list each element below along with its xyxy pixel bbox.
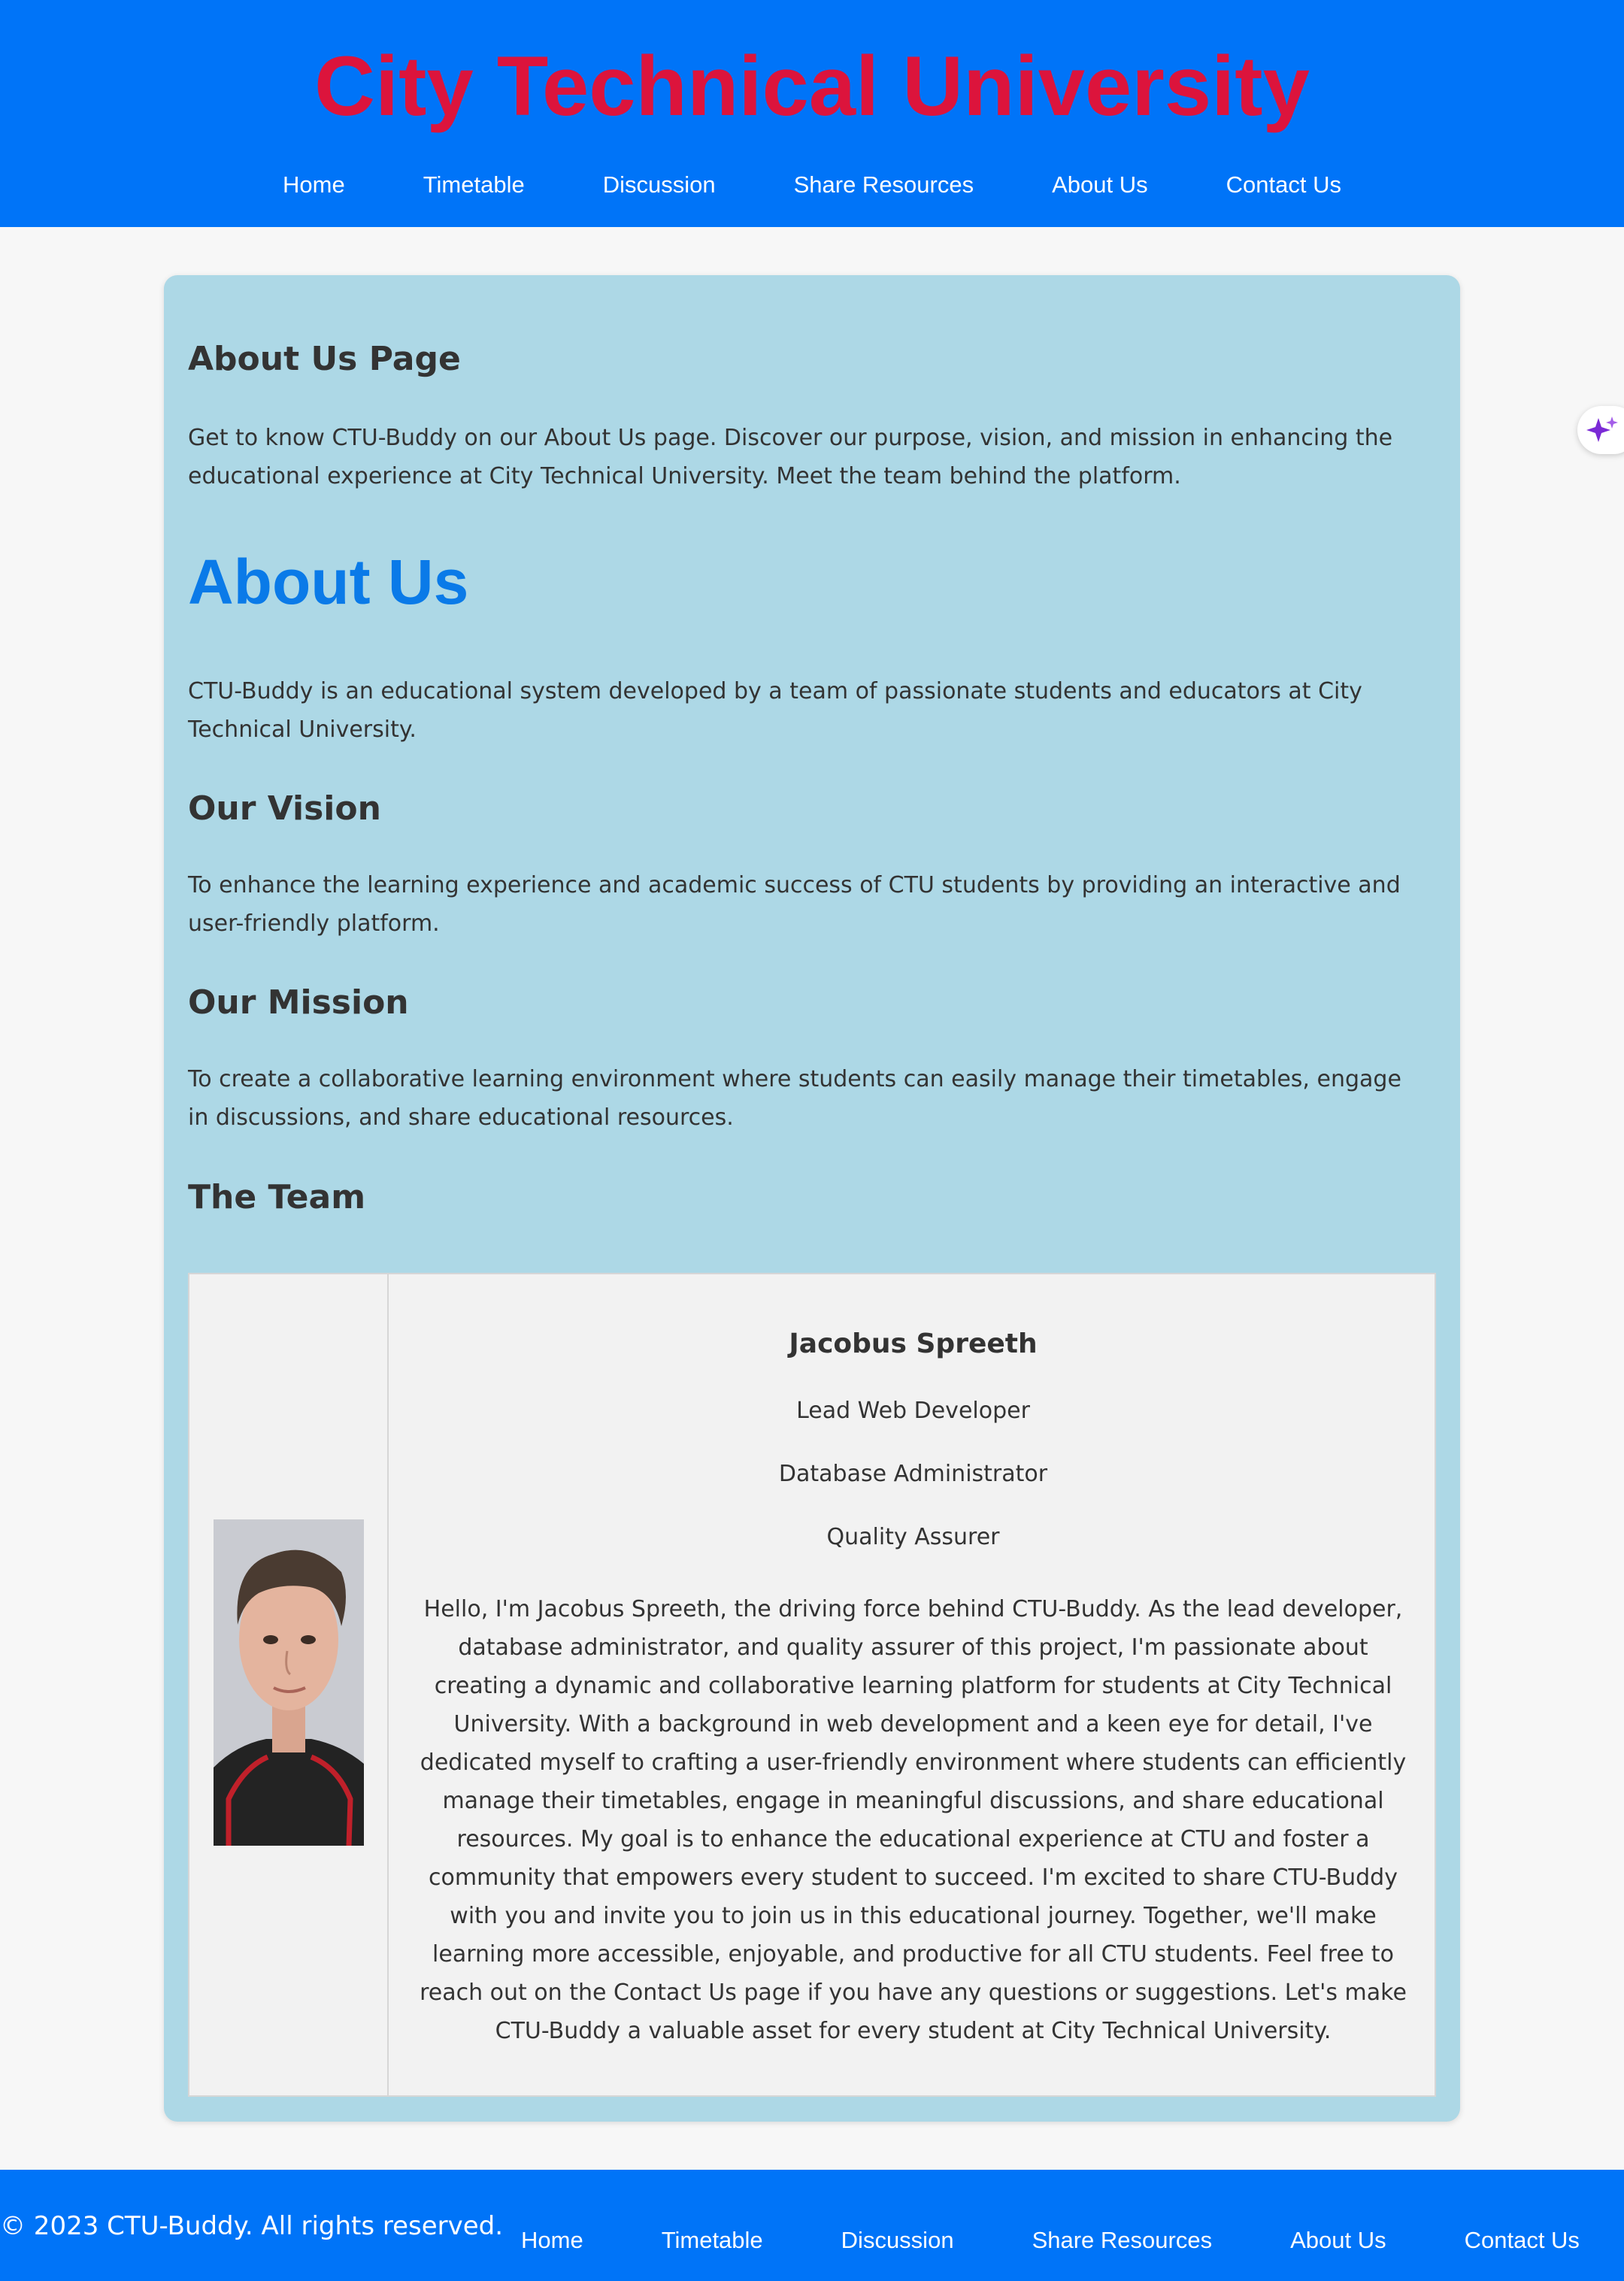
footer-nav-contact-us-link[interactable]: Contact Us xyxy=(1465,2219,1580,2261)
member-role-database-administrator: Database Administrator xyxy=(778,1461,1048,1487)
member-bio: Hello, I'm Jacobus Spreeth, the driving … xyxy=(420,1596,1407,2044)
main-nav: Home Timetable Discussion Share Resource… xyxy=(0,164,1624,206)
member-role-quality-assurer: Quality Assurer xyxy=(826,1524,1000,1550)
vision-text: To enhance the learning experience and a… xyxy=(188,872,1401,937)
intro-text: Get to know CTU-Buddy on our About Us pa… xyxy=(188,425,1393,489)
member-info-cell: Jacobus Spreeth Lead Web Developer Datab… xyxy=(390,1274,1436,2095)
member-role-lead-web-developer: Lead Web Developer xyxy=(796,1398,1030,1424)
footer-nav: Home Timetable Discussion Share Resource… xyxy=(521,2219,1580,2261)
footer-nav-share-resources-link[interactable]: Share Resources xyxy=(1032,2219,1213,2261)
team-table: Jacobus Spreeth Lead Web Developer Datab… xyxy=(188,1273,1436,2097)
team-member-photo xyxy=(214,1519,364,1846)
nav-discussion-link[interactable]: Discussion xyxy=(603,164,716,206)
site-header: City Technical University Home Timetable… xyxy=(0,0,1624,227)
photo-cell xyxy=(189,1274,389,2095)
nav-contact-us-link[interactable]: Contact Us xyxy=(1226,164,1341,206)
team-heading: The Team xyxy=(188,1178,366,1216)
content-card: About Us Page Get to know CTU-Buddy on o… xyxy=(164,275,1460,2122)
vision-heading: Our Vision xyxy=(188,789,381,828)
footer-nav-about-us-link[interactable]: About Us xyxy=(1290,2219,1386,2261)
nav-timetable-link[interactable]: Timetable xyxy=(423,164,525,206)
footer-nav-home-link[interactable]: Home xyxy=(521,2219,583,2261)
mission-text: To create a collaborative learning envir… xyxy=(188,1066,1401,1131)
site-footer: © 2023 CTU-Buddy. All rights reserved. H… xyxy=(0,2170,1624,2281)
sparkle-icon xyxy=(1586,417,1618,442)
about-text: CTU-Buddy is an educational system devel… xyxy=(188,678,1362,743)
copyright-text: © 2023 CTU-Buddy. All rights reserved. xyxy=(0,2211,504,2241)
nav-home-link[interactable]: Home xyxy=(283,164,345,206)
footer-nav-discussion-link[interactable]: Discussion xyxy=(841,2219,954,2261)
member-name: Jacobus Spreeth xyxy=(789,1328,1038,1359)
nav-about-us-link[interactable]: About Us xyxy=(1052,164,1148,206)
mission-heading: Our Mission xyxy=(188,983,409,1022)
assistant-button[interactable] xyxy=(1577,406,1624,454)
footer-nav-timetable-link[interactable]: Timetable xyxy=(662,2219,763,2261)
page-heading: About Us Page xyxy=(188,340,461,378)
about-us-title: About Us xyxy=(188,547,469,617)
site-title: City Technical University xyxy=(314,39,1310,133)
nav-share-resources-link[interactable]: Share Resources xyxy=(794,164,974,206)
